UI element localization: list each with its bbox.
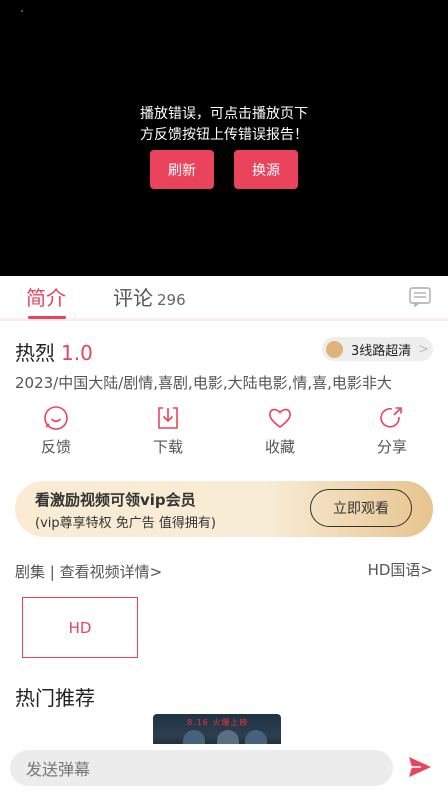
vip-banner[interactable]: 看激励视频可领vip会员 (vip尊享特权 免广告 值得拥有) 立即观看: [15, 481, 433, 537]
line-icon: [326, 340, 343, 358]
recommend-title: 热门推荐: [15, 686, 95, 710]
share-label: 分享: [376, 438, 407, 456]
status-dot: [21, 10, 23, 12]
tab-bar: 简介 评论 296: [0, 276, 448, 321]
download-button[interactable]: 下载: [133, 405, 203, 457]
favorite-label: 收藏: [264, 438, 295, 456]
chevron-right-icon: >: [418, 341, 429, 357]
player-error-message: 播放错误，可点击播放页下 方反馈按钮上传错误报告！: [0, 104, 448, 146]
poster-tagline: 火爆上映: [212, 718, 249, 727]
share-icon: [380, 407, 402, 428]
tab-comments-label: 评论: [113, 286, 153, 310]
tab-comments[interactable]: 评论 296: [113, 282, 186, 311]
comment-count: 296: [157, 291, 186, 309]
action-bar: 反馈 下载 收藏 分享: [0, 405, 448, 465]
poster-date: 8.16: [187, 718, 209, 727]
download-label: 下载: [152, 438, 183, 456]
vip-subtitle: (vip尊享特权 免广告 值得拥有): [35, 516, 216, 531]
danmaku-bar: 发送弹幕: [0, 744, 448, 796]
feedback-button[interactable]: 反馈: [21, 405, 91, 457]
download-icon: [158, 407, 178, 429]
video-player[interactable]: 播放错误，可点击播放页下 方反馈按钮上传错误报告！ 刷新 换源: [0, 0, 448, 276]
refresh-button[interactable]: 刷新: [150, 150, 214, 189]
feedback-label: 反馈: [40, 438, 71, 456]
share-button[interactable]: 分享: [357, 405, 427, 457]
line-label: 3线路超清: [351, 343, 412, 359]
feedback-icon: [44, 406, 68, 430]
error-line-1: 播放错误，可点击播放页下: [140, 106, 308, 122]
watch-now-button[interactable]: 立即观看: [310, 489, 412, 527]
favorite-button[interactable]: 收藏: [245, 405, 315, 457]
danmaku-input[interactable]: 发送弹幕: [10, 750, 393, 786]
video-title: 热烈: [15, 341, 55, 365]
vip-title: 看激励视频可领vip会员: [35, 491, 196, 509]
video-meta: 2023/中国大陆/剧情,喜剧,电影,大陆电影,情,喜,电影非大: [15, 374, 392, 392]
heart-icon: [269, 408, 291, 429]
episodes-details-link[interactable]: 剧集 | 查看视频详情>: [15, 561, 162, 582]
comment-list-icon[interactable]: [409, 287, 431, 311]
episode-item[interactable]: HD: [22, 597, 138, 658]
tab-intro[interactable]: 简介: [26, 282, 66, 319]
poster-caption: 8.16 火爆上映: [187, 717, 248, 728]
video-score: 1.0: [61, 341, 93, 365]
error-line-2: 方反馈按钮上传错误报告！: [140, 127, 308, 143]
video-title-row: 热烈 1.0: [15, 337, 93, 366]
source-select[interactable]: HD国语>: [368, 559, 433, 580]
switch-source-button[interactable]: 换源: [234, 150, 298, 189]
line-select-button[interactable]: 3线路超清 >: [322, 337, 433, 361]
send-icon: [409, 757, 431, 777]
send-button[interactable]: [408, 756, 432, 782]
